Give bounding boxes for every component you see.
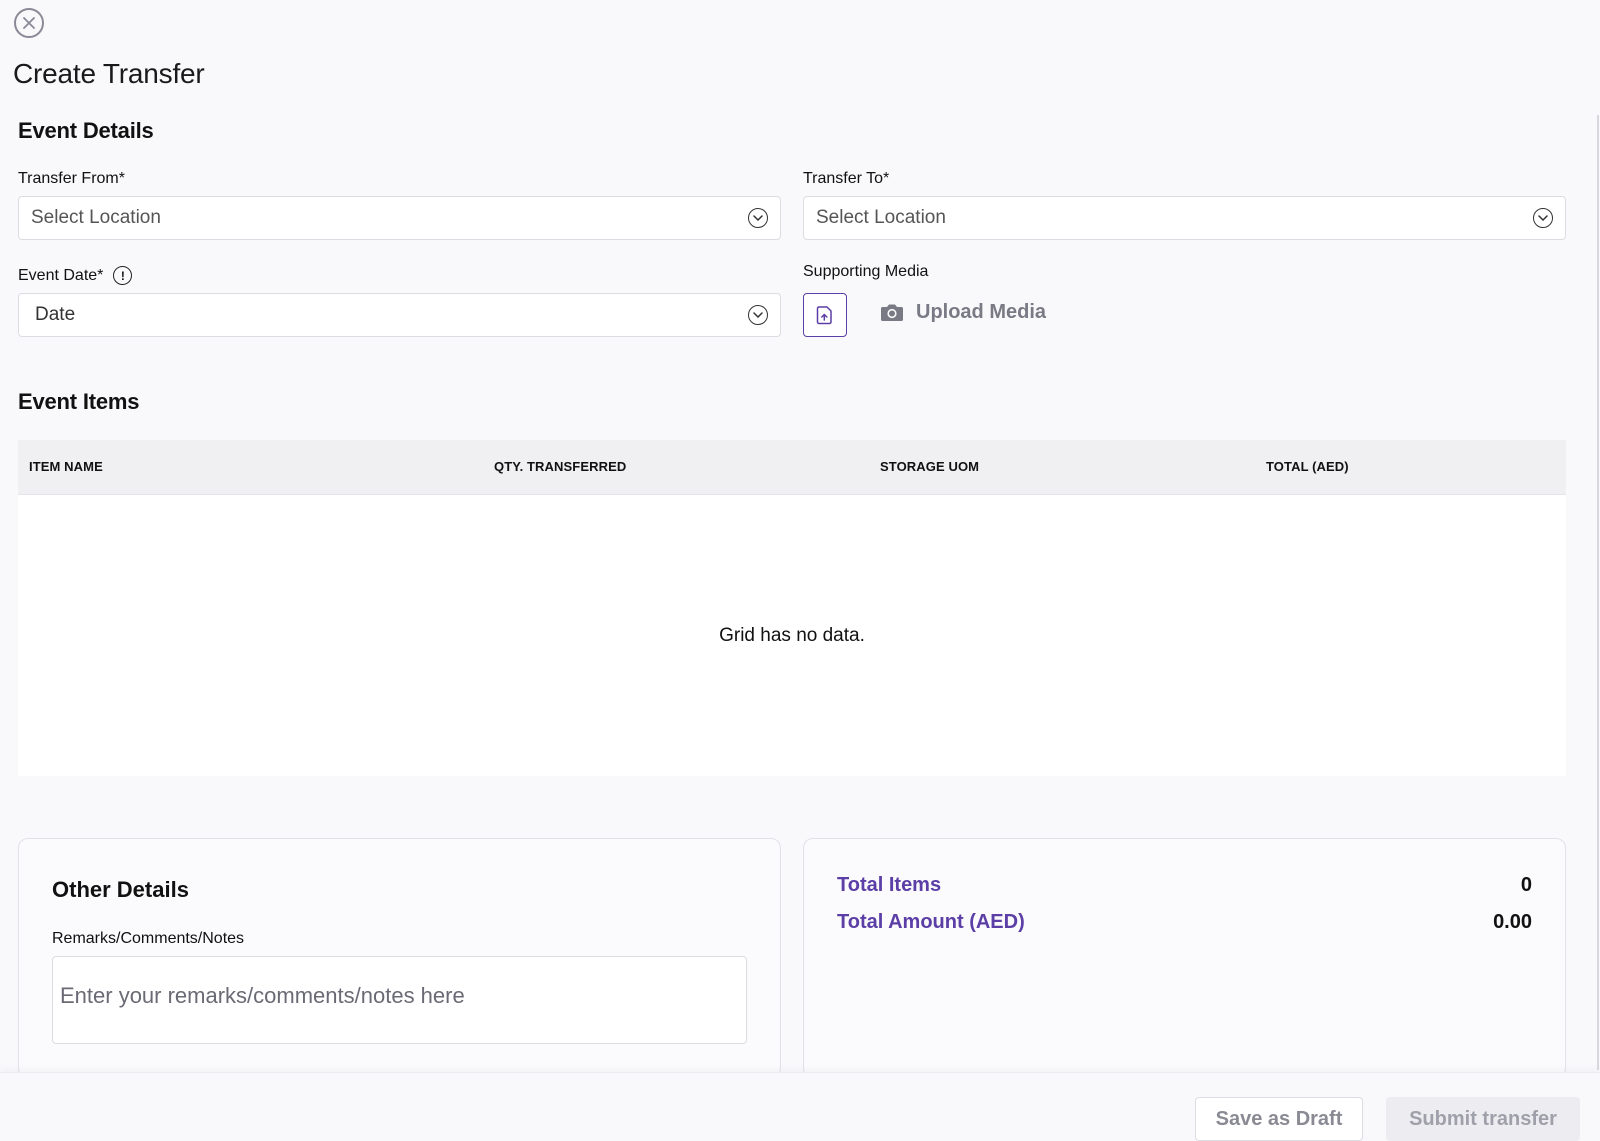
camera-icon [881,304,903,321]
event-date-picker[interactable]: Date [18,293,781,337]
chevron-down-icon [748,305,768,325]
transfer-to-label: Transfer To* [803,170,890,187]
transfer-from-label: Transfer From* [18,170,125,187]
transfer-from-select[interactable]: Select Location [18,196,781,240]
close-icon [23,17,35,29]
file-upload-icon [816,306,832,325]
create-transfer-page: Create Transfer Event Details Transfer F… [0,0,1600,1141]
summary-card: Total Items 0 Total Amount (AED) 0.00 [803,838,1566,1078]
upload-media-label: Upload Media [916,301,1047,323]
grid-empty-message: Grid has no data. [719,625,865,646]
other-details-card: Other Details Remarks/Comments/Notes [18,838,781,1078]
save-as-draft-button[interactable]: Save as Draft [1195,1097,1363,1141]
chevron-down-icon [1533,208,1553,228]
info-icon[interactable]: ! [113,266,133,285]
other-details-title: Other Details [52,877,189,902]
transfer-to-select[interactable]: Select Location [803,196,1566,240]
supporting-media-label: Supporting Media [803,263,929,280]
chevron-down-icon [748,208,768,228]
remarks-textarea[interactable] [52,956,747,1044]
event-date-value: Date [35,304,76,325]
column-header-total-aed[interactable]: TOTAL (AED) [1266,459,1349,474]
transfer-to-value: Select Location [816,207,946,228]
upload-file-button[interactable] [803,293,847,337]
column-header-storage-uom[interactable]: STORAGE UOM [880,459,979,474]
page-title: Create Transfer [13,58,205,89]
footer-bar: Save as Draft Submit transfer [0,1072,1600,1141]
column-header-qty-transferred[interactable]: QTY. TRANSFERRED [494,459,626,474]
column-header-item-name[interactable]: ITEM NAME [29,459,103,474]
event-details-title: Event Details [18,118,154,143]
close-button[interactable] [14,8,44,38]
upload-media-link[interactable]: Upload Media [880,301,1046,324]
total-amount-label: Total Amount (AED) [837,911,1025,933]
submit-transfer-button[interactable]: Submit transfer [1386,1097,1580,1141]
event-date-label: Event Date* ! [18,266,133,285]
total-amount-row: Total Amount (AED) 0.00 [837,911,1532,934]
remarks-label: Remarks/Comments/Notes [52,930,245,947]
total-items-row: Total Items 0 [837,874,1532,897]
total-amount-value: 0.00 [1493,911,1532,933]
event-items-title: Event Items [18,389,140,414]
grid-header: ITEM NAME QTY. TRANSFERRED STORAGE UOM T… [18,440,1566,495]
total-items-value: 0 [1520,874,1532,896]
event-items-grid: ITEM NAME QTY. TRANSFERRED STORAGE UOM T… [18,440,1566,776]
transfer-from-value: Select Location [31,207,161,228]
scroll-edge-divider [1597,115,1599,1070]
total-items-label: Total Items [837,874,942,896]
